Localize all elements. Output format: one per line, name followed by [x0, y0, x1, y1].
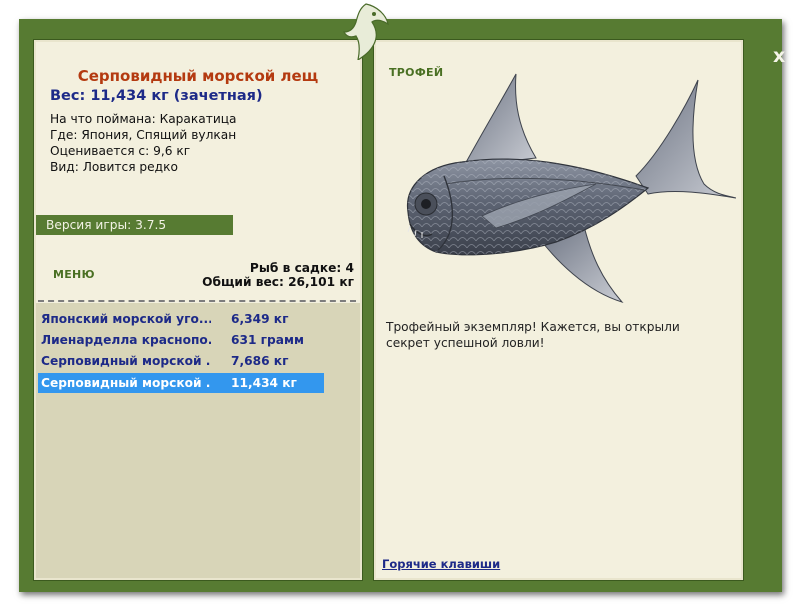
fish-name: Серповидный морской лещ [77, 67, 319, 85]
green-fish-logo-icon [343, 3, 389, 60]
right-panel: ТРОФЕЙ Трофейный экземпляр! Кажется, вы … [373, 39, 744, 581]
hotkeys-link[interactable]: Горячие клавиши [382, 557, 500, 571]
catch-weight: 631 грамм [231, 333, 304, 347]
catch-name: Серповидный морской ... [41, 376, 211, 390]
keepnet-count: Рыб в садке: 4 [249, 261, 354, 275]
catch-name: Серповидный морской ... [41, 354, 211, 368]
catch-weight: 11,434 кг [231, 376, 297, 390]
catch-weight: 6,349 кг [231, 312, 289, 326]
bait-info: На что поймана: Каракатица [50, 112, 237, 126]
trophy-description: Трофейный экземпляр! Кажется, вы открыли… [386, 320, 680, 350]
catch-weight: 7,686 кг [231, 354, 289, 368]
game-window: x Серповидный морской лещ Вес: 11,434 кг… [19, 3, 785, 592]
catch-name: Японский морской уго... [41, 312, 211, 326]
location-info: Где: Япония, Спящий вулкан [50, 128, 237, 142]
catch-list-row[interactable]: Серповидный морской ... 7,686 кг [38, 351, 324, 371]
divider [38, 300, 356, 302]
min-weight-info: Оценивается с: 9,6 кг [50, 144, 191, 158]
menu-button[interactable]: МЕНЮ [53, 268, 95, 281]
catch-list-row-selected[interactable]: Серповидный морской ... 11,434 кг [38, 373, 324, 393]
rarity-info: Вид: Ловится редко [50, 160, 178, 174]
catch-list-row[interactable]: Японский морской уго... 6,349 кг [38, 309, 324, 329]
close-icon[interactable]: x [773, 45, 785, 67]
version-bar: Версия игры: 3.7.5 [36, 215, 233, 235]
catch-name: Лиенарделла краснопо... [41, 333, 211, 347]
fish-weight: Вес: 11,434 кг (зачетная) [50, 88, 263, 104]
catch-list-row[interactable]: Лиенарделла краснопо... 631 грамм [38, 330, 324, 350]
catch-list: Японский морской уго... 6,349 кг Лиенард… [36, 303, 360, 578]
left-panel: Серповидный морской лещ Вес: 11,434 кг (… [33, 39, 363, 581]
keepnet-total-weight: Общий вес: 26,101 кг [202, 275, 354, 289]
fish-photo [406, 73, 736, 303]
